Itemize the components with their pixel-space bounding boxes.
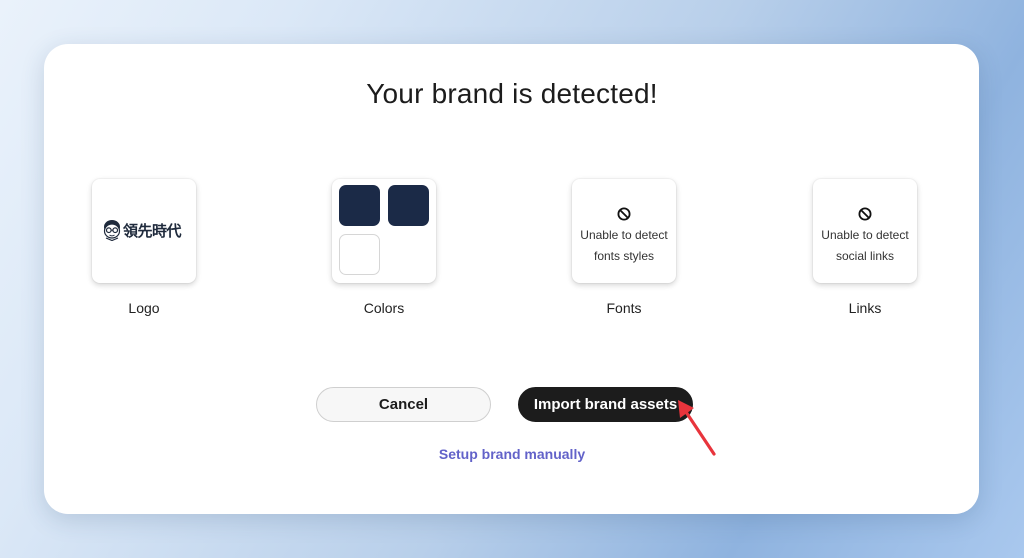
cancel-button[interactable]: Cancel xyxy=(316,387,491,422)
not-allowed-icon xyxy=(617,207,631,221)
asset-logo: 領先時代 Logo xyxy=(92,179,196,316)
color-swatch-2[interactable] xyxy=(388,185,429,226)
asset-label-fonts: Fonts xyxy=(606,300,642,316)
asset-label-colors: Colors xyxy=(363,300,405,316)
not-allowed-icon xyxy=(858,207,872,221)
links-unavailable-line2: social links xyxy=(835,249,895,263)
fonts-unavailable-line2: fonts styles xyxy=(593,249,655,263)
dialog-title: Your brand is detected! xyxy=(366,78,658,109)
asset-colors: Colors xyxy=(332,179,436,316)
color-swatch-1[interactable] xyxy=(339,185,380,226)
asset-label-links: Links xyxy=(848,300,882,316)
asset-label-logo: Logo xyxy=(128,300,160,316)
brand-logo: 領先時代 xyxy=(102,217,186,243)
links-unavailable-line1: Unable to detect xyxy=(821,228,909,242)
fonts-unavailable-line1: Unable to detect xyxy=(580,228,668,242)
links-tile: Unable to detect social links xyxy=(813,179,917,283)
color-swatch-3[interactable] xyxy=(339,234,380,275)
brand-logo-text: 領先時代 xyxy=(123,221,182,240)
logo-tile[interactable]: 領先時代 xyxy=(92,179,196,283)
brand-logo-mascot-icon xyxy=(103,220,121,241)
fonts-tile: Unable to detect fonts styles xyxy=(572,179,676,283)
setup-brand-manually-link[interactable]: Setup brand manually xyxy=(0,446,1024,462)
colors-tile[interactable] xyxy=(332,179,436,283)
asset-fonts: Unable to detect fonts styles Fonts xyxy=(572,179,676,316)
import-brand-assets-button[interactable]: Import brand assets xyxy=(518,387,693,422)
asset-links: Unable to detect social links Links xyxy=(813,179,917,316)
